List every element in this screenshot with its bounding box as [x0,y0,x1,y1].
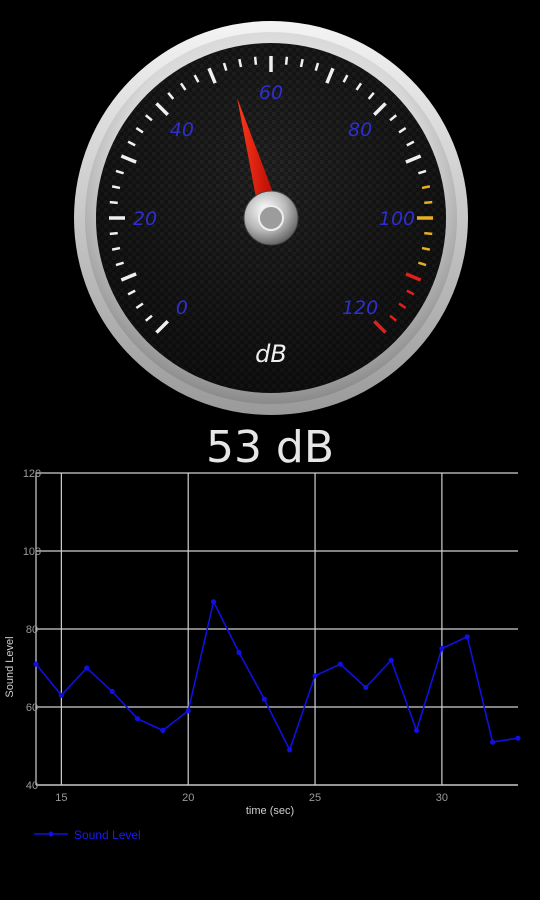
gauge-scale-label: 100 [379,208,415,230]
data-point [312,673,318,679]
gauge-tick [284,56,289,65]
x-tick-label: 30 [436,792,448,804]
gauge-scale-label: 80 [348,119,372,141]
data-point [439,645,445,652]
x-tick-label: 25 [309,792,321,804]
y-tick-labels: 40 60 80 100 120 [23,468,41,792]
gauge-tick [299,58,304,68]
data-point [58,692,64,698]
data-point [490,739,496,745]
data-point [84,665,90,671]
data-point [160,727,166,733]
data-point [287,747,293,753]
data-point [210,599,217,605]
y-tick-label: 60 [26,702,38,714]
chart-legend: Sound Level [34,828,141,842]
gauge-unit-label: dB [255,340,287,368]
y-tick-label: 100 [23,546,41,558]
gauge-tick [109,200,118,205]
y-axis-title: Sound Level [4,636,16,697]
gauge-tick [424,200,433,205]
gauge-tick [424,231,433,236]
x-tick-label: 20 [182,792,194,804]
sound-level-chart: 40 60 80 100 120 15 20 25 30 time (sec) Sound L… [4,468,521,842]
gauge-tick [111,246,121,251]
data-point [363,684,369,691]
data-point [134,716,141,722]
y-tick-label: 40 [26,780,38,792]
data-point [388,657,394,663]
legend-label: Sound Level [74,828,141,842]
gauge-scale-label: 60 [259,82,283,104]
data-point [464,634,470,640]
y-tick-label: 80 [26,624,38,636]
gauge-tick [421,246,431,251]
gauge-tick [421,185,431,190]
legend-marker-swatch [48,831,54,837]
gauge-tick [253,56,258,65]
data-point [236,649,242,655]
chart-grid [35,472,518,786]
gauge-tick [111,185,121,190]
data-point [337,661,344,667]
data-point [261,696,267,702]
x-tick-label: 15 [55,792,67,804]
series-line [35,599,519,752]
gauge-scale-label: 20 [133,208,157,230]
data-point [413,727,420,733]
data-point [33,661,39,667]
gauge-scale-label: 120 [342,297,378,319]
x-axis-title: time (sec) [246,805,294,817]
gauge-scale-label: 0 [176,297,188,319]
data-point [185,708,191,714]
gauge-tick [238,58,243,68]
gauge-tick [109,231,118,236]
y-tick-label: 120 [23,468,41,480]
chart-series [33,599,521,753]
gauge-scale-label: 40 [170,119,194,141]
x-tick-labels: 15 20 25 30 [55,792,448,804]
sound-level-gauge: 0 20 40 60 80 100 120 dB [74,21,468,415]
gauge-hub-center [258,205,284,231]
data-point [515,735,521,741]
data-point [109,688,115,694]
